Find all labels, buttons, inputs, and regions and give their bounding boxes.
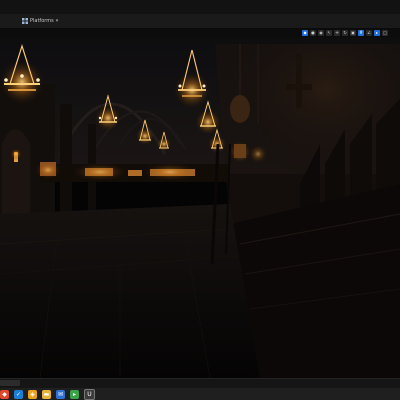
rotate-icon[interactable]: ↻ bbox=[342, 30, 348, 36]
start-icon[interactable]: ◆ bbox=[0, 390, 9, 399]
chevron-down-icon: ▾ bbox=[55, 18, 59, 24]
grid-icon bbox=[22, 18, 28, 24]
level-viewport[interactable] bbox=[0, 44, 400, 378]
camera-speed-icon[interactable]: ▸ bbox=[374, 30, 380, 36]
rotation-snap-icon[interactable]: ∠ bbox=[366, 30, 372, 36]
maximize-icon[interactable]: □ bbox=[382, 30, 388, 36]
cathedral-scene bbox=[0, 44, 400, 378]
console-input[interactable] bbox=[0, 380, 20, 386]
terminal-icon[interactable]: ▸ bbox=[70, 390, 79, 399]
platforms-button[interactable]: Platforms ▾ bbox=[22, 16, 58, 26]
lit-mode-icon[interactable]: ● bbox=[310, 30, 316, 36]
perspective-icon[interactable]: ◆ bbox=[302, 30, 308, 36]
scale-icon[interactable]: ▣ bbox=[350, 30, 356, 36]
select-icon[interactable]: ↖ bbox=[326, 30, 332, 36]
title-strip bbox=[0, 0, 400, 14]
folder-icon[interactable]: ▬ bbox=[42, 390, 51, 399]
taskbar-icons: ◆ ✓ ◈ ▬ ✉ ▸ U bbox=[0, 389, 95, 400]
translate-icon[interactable]: ✛ bbox=[334, 30, 340, 36]
platforms-label: Platforms bbox=[30, 18, 54, 24]
viewport-tool-group: ◆ ● ◉ ↖ ✛ ↻ ▣ # ∠ ▸ □ bbox=[302, 30, 388, 36]
main-toolbar bbox=[0, 14, 400, 29]
show-icon[interactable]: ◉ bbox=[318, 30, 324, 36]
shield-icon[interactable]: ◈ bbox=[28, 390, 37, 399]
unreal-editor-window: Platforms ▾ ◆ ● ◉ ↖ ✛ ↻ ▣ # ∠ ▸ □ ◆ ✓ ◈ … bbox=[0, 0, 400, 400]
edge-icon[interactable]: ✓ bbox=[14, 390, 23, 399]
grid-snap-icon[interactable]: # bbox=[358, 30, 364, 36]
unreal-editor-icon[interactable]: U bbox=[84, 389, 95, 400]
mail-icon[interactable]: ✉ bbox=[56, 390, 65, 399]
